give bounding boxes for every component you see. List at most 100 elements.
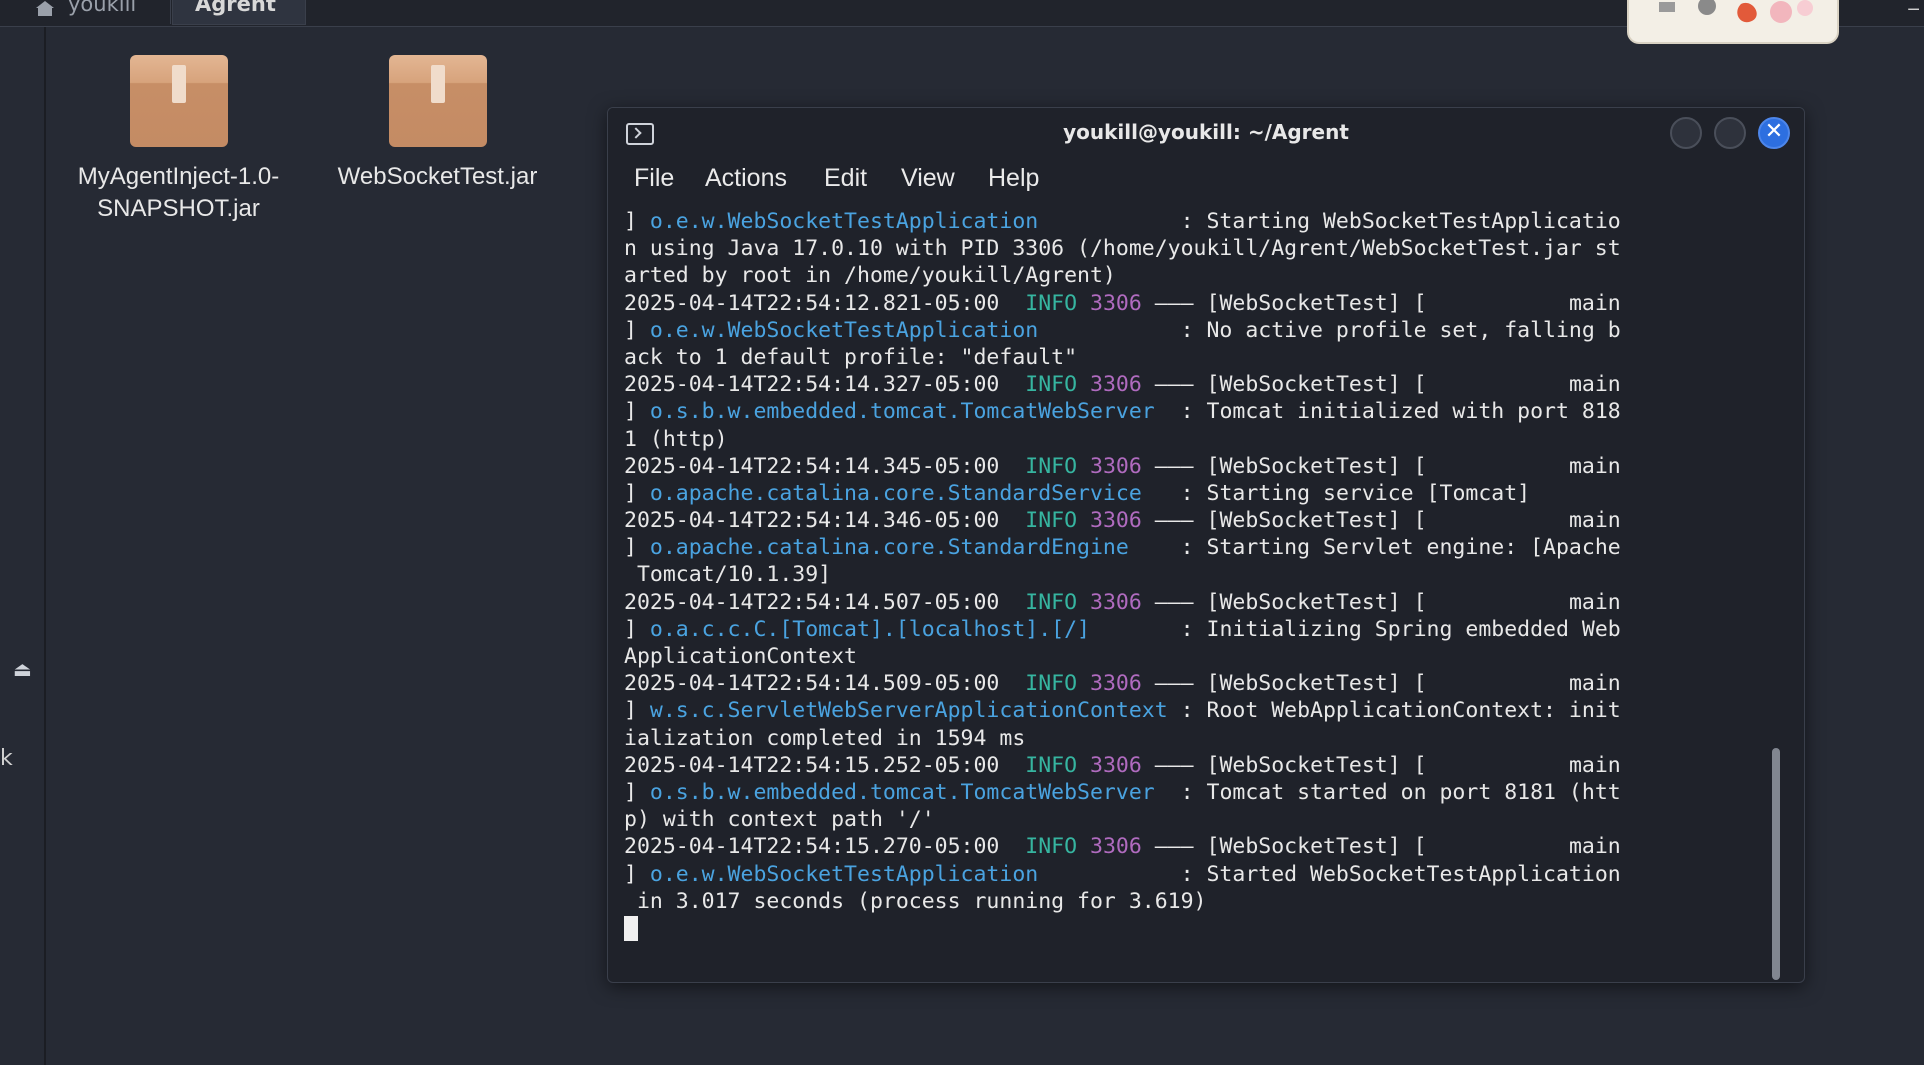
terminal-line: Tomcat/10.1.39] <box>624 561 1784 588</box>
terminal-line: ] o.a.c.c.C.[Tomcat].[localhost].[/] : I… <box>624 616 1784 643</box>
terminal-line: 1 (http) <box>624 426 1784 453</box>
side-pane: ⏏ k <box>0 27 46 1065</box>
terminal-line: ] o.e.w.WebSocketTestApplication : Start… <box>624 861 1784 888</box>
log-text: arted by root in /home/youkill/Agrent) <box>624 263 1116 289</box>
eject-icon[interactable]: ⏏ <box>13 657 32 681</box>
package-icon <box>129 55 228 147</box>
log-text: 2025-04-14T22:54:15.252-05:00 <box>624 752 1026 778</box>
process-id: 3306 <box>1090 453 1142 479</box>
terminal-line: ] o.e.w.WebSocketTestApplication : No ac… <box>624 317 1784 344</box>
scrollbar[interactable] <box>1772 748 1780 980</box>
process-id: 3306 <box>1090 372 1142 398</box>
process-id: 3306 <box>1090 671 1142 697</box>
file-name: WebSocketTest.jar <box>337 163 538 190</box>
log-text: ] <box>624 861 650 887</box>
log-level: INFO <box>1025 834 1078 860</box>
log-text: ——— [WebSocketTest] [ main <box>1141 508 1621 534</box>
decorative-widget <box>1627 0 1839 44</box>
log-text: ] <box>624 698 650 724</box>
maximize-button[interactable] <box>1714 117 1746 149</box>
log-text: 2025-04-14T22:54:12.821-05:00 <box>624 290 1026 316</box>
file-name: MyAgentInject-1.0- SNAPSHOT.jar <box>77 163 280 222</box>
log-text: : No active profile set, falling b <box>1038 317 1621 343</box>
log-text: : Started WebSocketTestApplication <box>1038 861 1621 887</box>
logger-name: o.s.b.w.embedded.tomcat.TomcatWebServer <box>649 399 1155 425</box>
log-text: 2025-04-14T22:54:14.509-05:00 <box>624 671 1026 697</box>
window-control-icon[interactable]: ‒ <box>1907 0 1920 20</box>
log-text: ] <box>624 317 650 343</box>
logger-name: o.e.w.WebSocketTestApplication <box>649 317 1039 343</box>
process-id: 3306 <box>1090 752 1142 778</box>
package-icon <box>388 55 487 147</box>
log-text: ialization completed in 1594 ms <box>624 725 1026 751</box>
terminal-line: 2025-04-14T22:54:14.509-05:00 INFO 3306 … <box>624 670 1784 697</box>
log-text: ——— [WebSocketTest] [ main <box>1141 671 1621 697</box>
title-bar[interactable]: youkill@youkill: ~/Agrent ✕ <box>608 108 1804 158</box>
log-text: : Starting Servlet engine: [Apache <box>1128 535 1621 561</box>
close-button[interactable]: ✕ <box>1758 117 1790 149</box>
log-text: : Tomcat initialized with port 818 <box>1154 399 1621 425</box>
decoration-image <box>1659 0 1813 23</box>
log-text: n using Java 17.0.10 with PID 3306 (/hom… <box>624 236 1621 262</box>
menu-edit[interactable]: Edit <box>824 164 867 193</box>
log-text: p) with context path '/' <box>624 807 935 833</box>
logger-name: w.s.c.ServletWebServerApplicationContext <box>649 698 1168 724</box>
text-cursor <box>624 916 638 942</box>
terminal-line: ] o.apache.catalina.core.StandardService… <box>624 480 1784 507</box>
menu-view[interactable]: View <box>901 164 955 193</box>
log-text: ] <box>624 616 650 642</box>
log-text: ——— [WebSocketTest] [ main <box>1141 372 1621 398</box>
log-text: ——— [WebSocketTest] [ main <box>1141 834 1621 860</box>
breadcrumb-home[interactable]: youkill <box>20 0 171 24</box>
terminal-line: n using Java 17.0.10 with PID 3306 (/hom… <box>624 235 1784 262</box>
side-pane-label: k <box>0 746 13 771</box>
log-text: 2025-04-14T22:54:14.507-05:00 <box>624 589 1026 615</box>
process-id: 3306 <box>1090 834 1142 860</box>
logger-name: o.s.b.w.embedded.tomcat.TomcatWebServer <box>649 779 1155 805</box>
terminal-line: 2025-04-14T22:54:14.345-05:00 INFO 3306 … <box>624 453 1784 480</box>
terminal-line: p) with context path '/' <box>624 806 1784 833</box>
log-text: 2025-04-14T22:54:14.346-05:00 <box>624 508 1026 534</box>
breadcrumb-current-label: Agrent <box>195 0 276 16</box>
log-text: ApplicationContext <box>624 644 857 669</box>
window-title: youkill@youkill: ~/Agrent <box>1063 120 1349 144</box>
menu-actions[interactable]: Actions <box>705 164 787 193</box>
breadcrumb-home-label: youkill <box>68 0 137 16</box>
log-text: : Tomcat started on port 8181 (htt <box>1154 779 1621 805</box>
log-text: ] <box>624 209 650 234</box>
log-level: INFO <box>1025 671 1078 697</box>
terminal-output[interactable]: ] o.e.w.WebSocketTestApplication : Start… <box>624 208 1784 968</box>
logger-name: o.apache.catalina.core.StandardEngine <box>649 535 1129 561</box>
process-id: 3306 <box>1090 589 1142 615</box>
home-icon <box>36 1 54 16</box>
terminal-line: ] o.s.b.w.embedded.tomcat.TomcatWebServe… <box>624 779 1784 806</box>
terminal-line: 2025-04-14T22:54:14.507-05:00 INFO 3306 … <box>624 589 1784 616</box>
process-id: 3306 <box>1090 290 1142 316</box>
log-level: INFO <box>1025 508 1078 534</box>
file-myagentinject-jar[interactable]: MyAgentInject-1.0- SNAPSHOT.jar <box>66 55 291 225</box>
terminal-window[interactable]: youkill@youkill: ~/Agrent ✕ File Actions… <box>607 107 1805 983</box>
terminal-line: ] o.e.w.WebSocketTestApplication : Start… <box>624 208 1784 235</box>
logger-name: o.e.w.WebSocketTestApplication <box>649 861 1039 887</box>
log-level: INFO <box>1025 372 1078 398</box>
log-level: INFO <box>1025 290 1078 316</box>
logger-name: o.a.c.c.C.[Tomcat].[localhost].[/] <box>649 616 1090 642</box>
breadcrumb-current[interactable]: Agrent <box>172 0 306 25</box>
log-text: 1 (http) <box>624 426 728 452</box>
terminal-line: ack to 1 default profile: "default" <box>624 344 1784 371</box>
process-id: 3306 <box>1090 508 1142 534</box>
file-websockettest-jar[interactable]: WebSocketTest.jar <box>325 55 550 193</box>
terminal-line: ialization completed in 1594 ms <box>624 725 1784 752</box>
log-text: in 3.017 seconds (process running for 3.… <box>624 888 1207 914</box>
log-text: ack to 1 default profile: "default" <box>624 344 1078 370</box>
logger-name: o.e.w.WebSocketTestApplication <box>649 209 1039 234</box>
menu-help[interactable]: Help <box>988 164 1039 193</box>
minimize-button[interactable] <box>1670 117 1702 149</box>
menu-file[interactable]: File <box>634 164 674 193</box>
